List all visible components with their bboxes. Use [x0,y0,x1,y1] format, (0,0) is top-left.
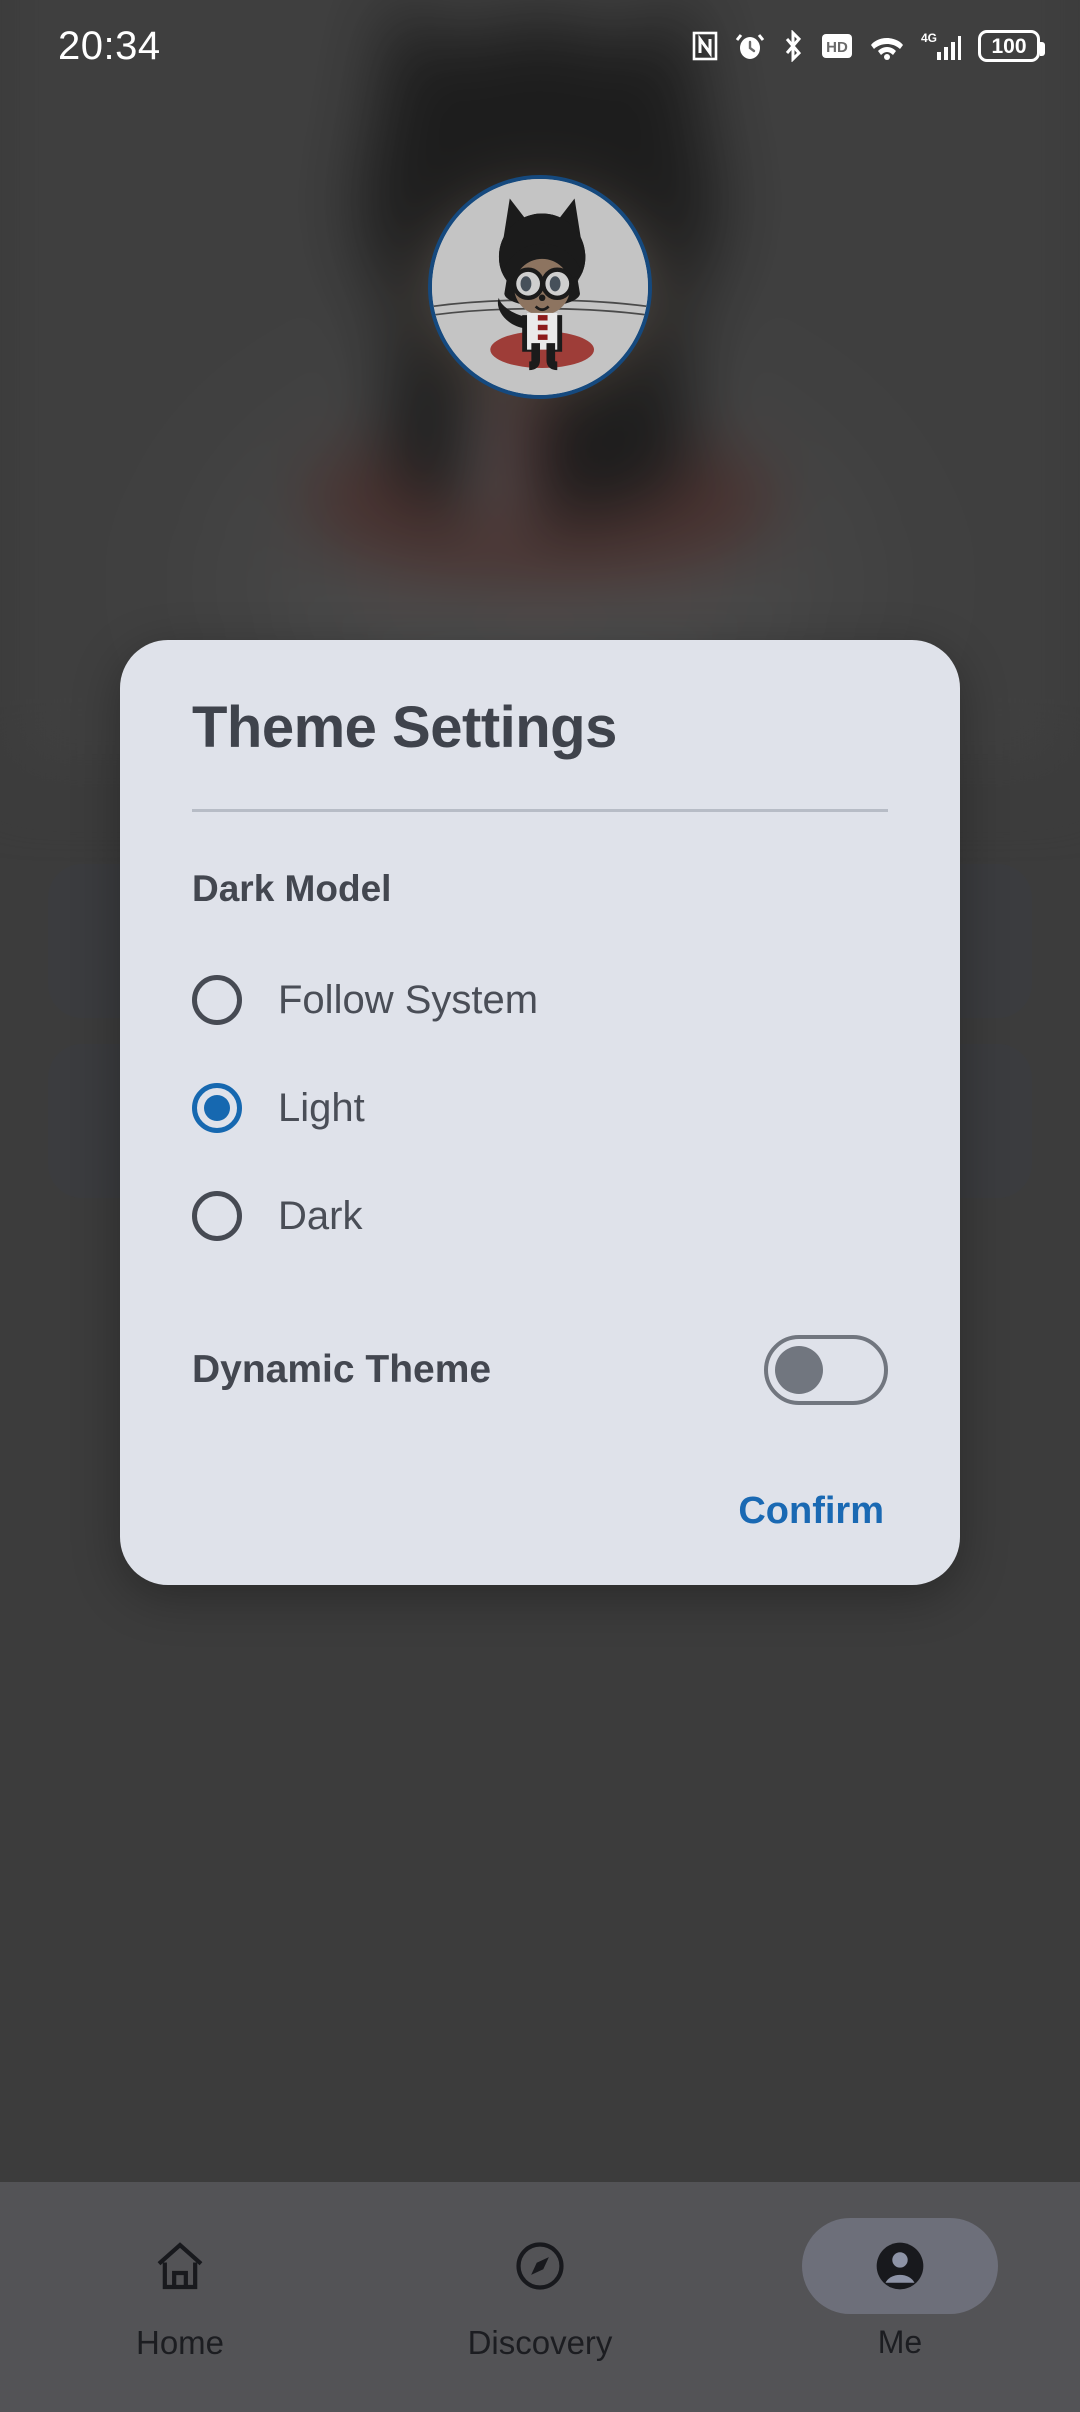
dialog-title: Theme Settings [192,695,617,760]
octocat-icon [432,179,648,395]
radio-option-dark[interactable]: Dark [120,1162,960,1270]
radio-button-light[interactable] [192,1082,242,1133]
status-bar-icons: HD 4G 100 [692,30,1045,62]
nav-pill-discovery [442,2218,638,2314]
bluetooth-icon [782,30,804,62]
theme-settings-dialog: Theme Settings Dark Model Follow System … [120,640,960,1585]
nav-item-me[interactable]: Me [775,2218,1025,2358]
toggle-thumb [775,1345,823,1394]
dark-mode-radio-group: Follow System Light Dark [120,946,960,1270]
wifi-icon [870,31,904,61]
nav-item-discovery[interactable]: Discovery [415,2218,665,2359]
radio-button-follow-system[interactable] [192,974,242,1025]
radio-button-dark[interactable] [192,1190,242,1241]
nfc-icon [692,31,718,61]
nav-label-home: Home [135,2324,225,2361]
svg-text:HD: HD [826,39,848,56]
dialog-actions: Confirm [120,1482,960,1541]
home-icon [152,2238,208,2294]
signal-icon: 4G [921,30,961,62]
nav-label-me: Me [877,2324,923,2360]
radio-label-light: Light [278,1085,365,1130]
nav-label-discovery: Discovery [467,2324,613,2361]
nav-pill-me [802,2218,998,2314]
person-icon [872,2238,928,2294]
battery-level: 100 [991,34,1027,58]
dark-mode-section-label: Dark Model [192,867,392,909]
dynamic-theme-label: Dynamic Theme [192,1347,492,1391]
status-bar: 20:34 HD 4G 100 [0,0,1080,92]
compass-icon [512,2238,568,2294]
radio-option-follow-system[interactable]: Follow System [120,946,960,1054]
radio-label-follow-system: Follow System [278,977,539,1022]
confirm-button[interactable]: Confirm [734,1482,888,1541]
status-bar-clock: 20:34 [58,23,161,68]
nav-item-home[interactable]: Home [55,2218,305,2359]
svg-text:4G: 4G [921,31,937,45]
phone-screen: 20:34 HD 4G 100 Theme Settings Dark Mode… [0,0,1080,2412]
dynamic-theme-toggle[interactable] [764,1334,888,1405]
radio-option-light[interactable]: Light [120,1054,960,1162]
hd-icon: HD [821,33,853,59]
dialog-divider [192,808,888,812]
battery-icon: 100 [978,30,1045,62]
bottom-navigation-bar: Home Discovery Me [0,2182,1080,2412]
dynamic-theme-row: Dynamic Theme [120,1320,960,1420]
nav-pill-home [82,2218,278,2314]
alarm-icon [735,31,765,61]
avatar[interactable] [428,175,652,399]
radio-label-dark: Dark [278,1193,363,1238]
